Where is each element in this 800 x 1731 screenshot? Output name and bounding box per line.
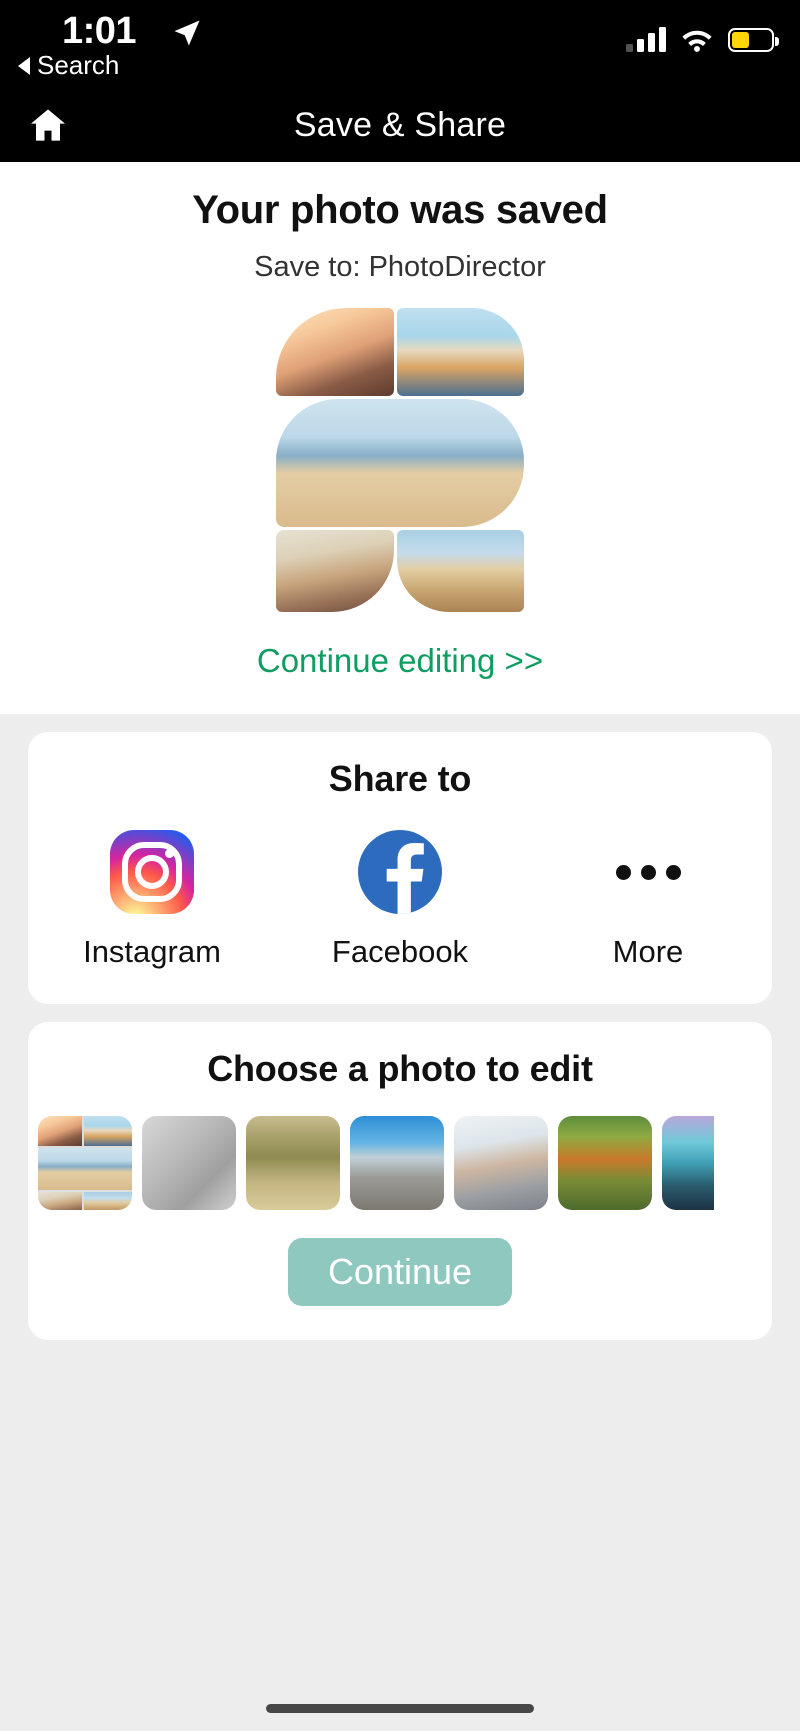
thumbnail-autumn[interactable]: [558, 1116, 652, 1210]
location-arrow-icon: [174, 20, 200, 46]
thumbnail-bicycle[interactable]: [246, 1116, 340, 1210]
battery-low-power-icon: [728, 28, 779, 52]
thumbnail-city[interactable]: [350, 1116, 444, 1210]
collage-cell-selfie: [276, 308, 394, 396]
facebook-icon: [358, 830, 442, 914]
instagram-icon: [110, 830, 194, 914]
status-bar-time: 1:01: [62, 10, 137, 52]
app-screen: 1:01 Search Save & Share Your photo was …: [0, 0, 800, 1731]
share-option-instagram[interactable]: Instagram: [28, 830, 276, 970]
share-heading: Share to: [328, 758, 472, 799]
thumbnail-couple[interactable]: [454, 1116, 548, 1210]
collage-cell-hat: [276, 530, 394, 612]
status-bar-indicators: [626, 26, 779, 52]
thumbnail-collage[interactable]: [38, 1116, 132, 1210]
share-card: Share to Instagram Facebook More: [28, 732, 772, 1004]
back-label: Search: [37, 50, 120, 80]
home-button[interactable]: [20, 99, 76, 151]
chooser-heading: Choose a photo to edit: [207, 1048, 593, 1089]
share-label-instagram: Instagram: [83, 934, 221, 969]
thumbnail-strip[interactable]: [28, 1090, 772, 1210]
back-triangle-icon: [18, 56, 30, 75]
collage-cell-dog: [397, 308, 524, 396]
share-label-facebook: Facebook: [331, 934, 469, 969]
thumbnail-gray[interactable]: [142, 1116, 236, 1210]
more-ellipsis-icon: [606, 830, 690, 914]
saved-section: Your photo was saved Save to: PhotoDirec…: [0, 162, 800, 714]
status-bar: 1:01 Search: [0, 0, 800, 88]
photo-chooser-card: Choose a photo to edit Continue: [28, 1022, 772, 1340]
collage-preview[interactable]: [0, 308, 800, 612]
collage-cell-backs: [397, 530, 524, 612]
share-option-more[interactable]: More: [524, 830, 772, 970]
wifi-icon: [682, 30, 712, 52]
share-label-more: More: [612, 934, 684, 969]
home-icon: [31, 109, 65, 141]
status-bar-back-to-search[interactable]: Search: [18, 50, 119, 81]
saved-destination: Save to: PhotoDirector: [254, 251, 546, 283]
home-indicator: [266, 1704, 534, 1713]
continue-button[interactable]: Continue: [288, 1238, 512, 1306]
share-option-facebook[interactable]: Facebook: [276, 830, 524, 970]
cellular-signal-icon: [626, 26, 666, 52]
saved-heading: Your photo was saved: [192, 188, 608, 232]
share-options: Instagram Facebook More: [28, 800, 772, 1004]
page-title: Save & Share: [293, 105, 507, 144]
continue-editing-link[interactable]: Continue editing >>: [0, 642, 800, 680]
thumbnail-quote[interactable]: [662, 1116, 714, 1210]
navigation-bar: Save & Share: [0, 88, 800, 162]
collage-cell-group: [276, 399, 524, 527]
